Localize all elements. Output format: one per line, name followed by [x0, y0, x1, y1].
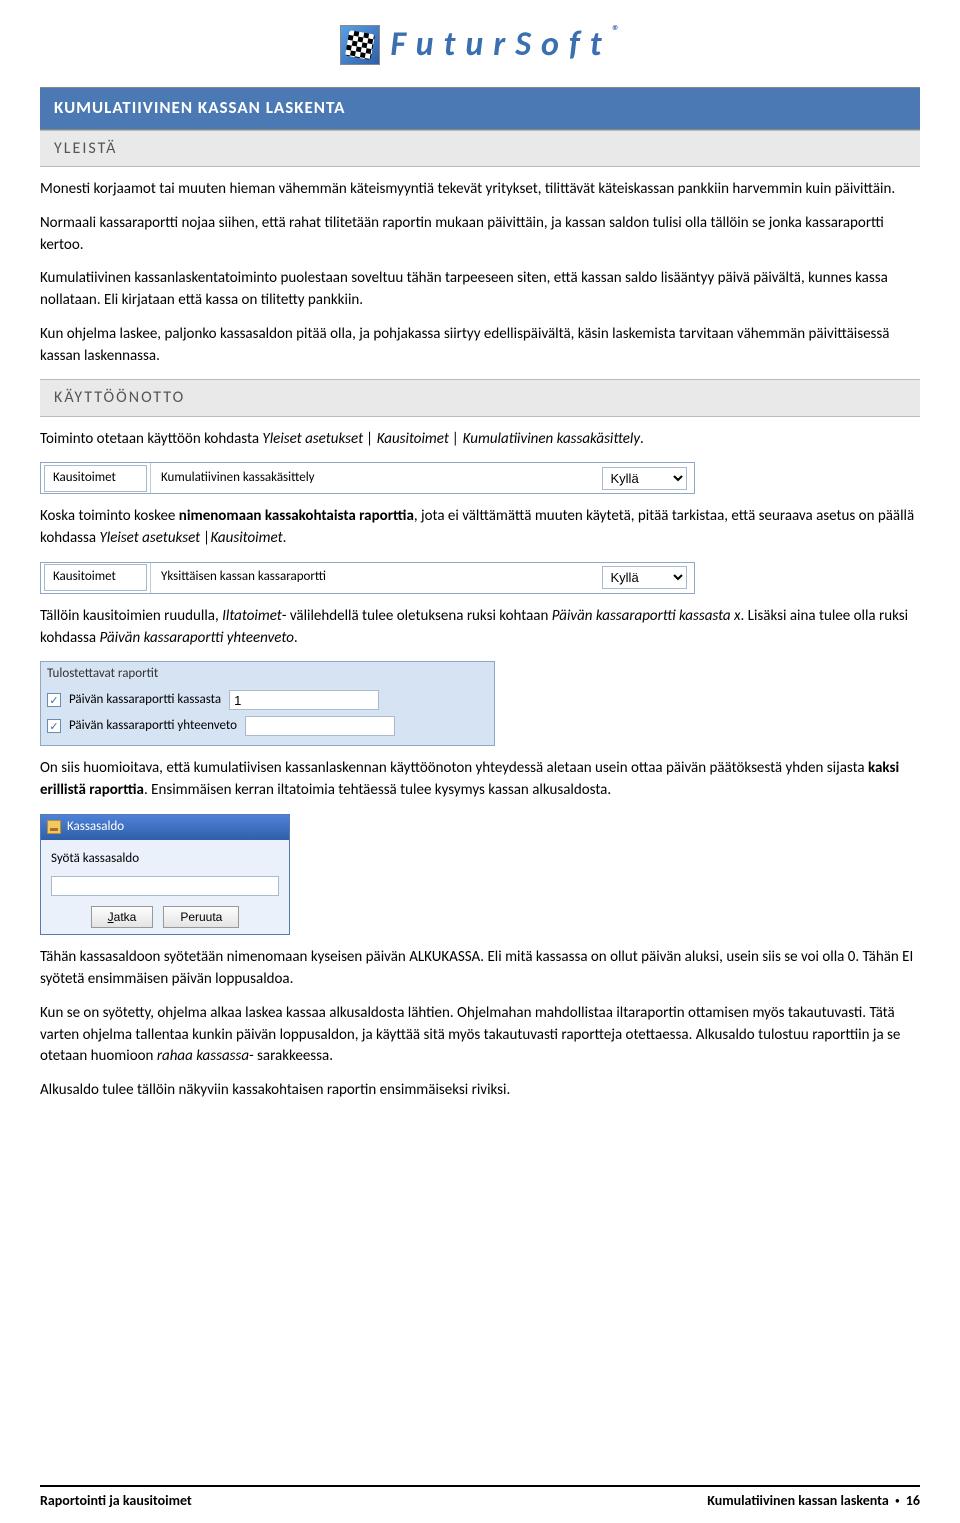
report-row-label: Päivän kassaraportti kassasta	[69, 691, 221, 710]
setting-category: Kausitoimet	[41, 563, 151, 593]
setting-label: Yksittäisen kassan kassaraportti	[151, 563, 594, 593]
body-text: Monesti korjaamot tai muuten hieman vähe…	[40, 179, 920, 201]
dialog-title: Kassasaldo	[67, 818, 124, 837]
kassasaldo-input[interactable]	[51, 876, 279, 896]
page-title: KUMULATIIVINEN KASSAN LASKENTA	[54, 96, 345, 121]
body-text: Normaali kassaraportti nojaa siihen, ett…	[40, 213, 920, 257]
setting-value-select[interactable]: Kyllä	[602, 566, 687, 589]
brand-name: FuturSoft®	[390, 20, 619, 69]
body-text: Tähän kassasaldoon syötetään nimenomaan …	[40, 947, 920, 991]
body-text: Toiminto otetaan käyttöön kohdasta Yleis…	[40, 429, 920, 451]
kassasaldo-dialog: Kassasaldo Syötä kassasaldo Jatka Peruut…	[40, 814, 290, 936]
folder-icon	[47, 820, 61, 834]
report-row-per-register: ✓ Päivän kassaraportti kassasta	[41, 687, 494, 713]
body-text: Kumulatiivinen kassanlaskentatoiminto pu…	[40, 268, 920, 312]
section-head-general: YLEISTÄ	[40, 130, 920, 167]
page-title-bar: KUMULATIIVINEN KASSAN LASKENTA	[40, 87, 920, 130]
body-text: Alkusaldo tulee tällöin näkyviin kassako…	[40, 1080, 920, 1102]
page-footer: Raportointi ja kausitoimet Kumulatiivine…	[40, 1485, 920, 1511]
report-row-summary: ✓ Päivän kassaraportti yhteenveto	[41, 713, 494, 739]
setting-label: Kumulatiivinen kassakäsittely	[151, 463, 594, 493]
body-text: Kun se on syötetty, ohjelma alkaa laskea…	[40, 1003, 920, 1068]
dialog-titlebar: Kassasaldo	[41, 815, 289, 840]
checkbox-checked-icon[interactable]: ✓	[47, 719, 61, 733]
reports-panel: Tulostettavat raportit ✓ Päivän kassarap…	[40, 661, 495, 746]
footer-left: Raportointi ja kausitoimet	[40, 1491, 192, 1511]
cancel-button[interactable]: Peruuta	[163, 906, 239, 928]
reports-panel-header: Tulostettavat raportit	[41, 662, 494, 687]
footer-right: Kumulatiivinen kassan laskenta • 16	[707, 1491, 920, 1511]
body-text: On siis huomioitava, että kumulatiivisen…	[40, 758, 920, 802]
checkbox-checked-icon[interactable]: ✓	[47, 693, 61, 707]
setting-category: Kausitoimet	[41, 463, 151, 493]
brand-header: FuturSoft®	[40, 0, 920, 87]
report-row-label: Päivän kassaraportti yhteenveto	[69, 717, 237, 736]
body-text: Koska toiminto koskee nimenomaan kassako…	[40, 506, 920, 550]
register-number-input[interactable]	[229, 690, 379, 710]
section-head-setup: KÄYTTÖÖNOTTO	[40, 379, 920, 416]
report-row-input[interactable]	[245, 716, 395, 736]
setting-value-select[interactable]: Kyllä	[602, 467, 687, 490]
body-text: Tällöin kausitoimien ruudulla, Iltatoime…	[40, 606, 920, 650]
body-text: Kun ohjelma laskee, paljonko kassasaldon…	[40, 324, 920, 368]
dialog-prompt: Syötä kassasaldo	[51, 850, 279, 869]
setting-row-cumulative: Kausitoimet Kumulatiivinen kassakäsittel…	[40, 462, 695, 494]
setting-row-single-register: Kausitoimet Yksittäisen kassan kassarapo…	[40, 562, 695, 594]
checkered-flag-icon	[340, 25, 380, 65]
continue-button[interactable]: Jatka	[91, 906, 154, 928]
